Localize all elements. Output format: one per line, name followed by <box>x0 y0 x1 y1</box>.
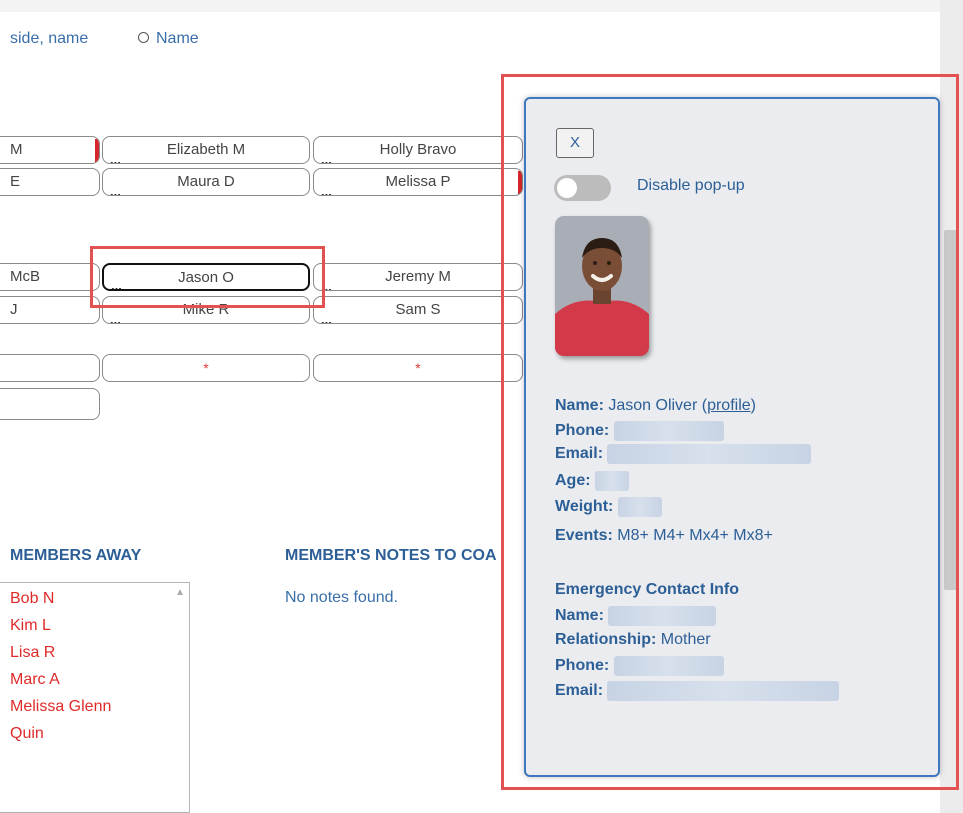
empty-seat-chip[interactable]: * <box>102 354 310 382</box>
members-away-heading: MEMBERS AWAY <box>10 547 142 564</box>
seat-chip[interactable]: Holly Bravo ... <box>313 136 523 164</box>
seat-name: Jeremy M <box>385 268 451 285</box>
seat-menu-icon[interactable]: ... <box>110 313 121 323</box>
seat-chip[interactable]: Jeremy M ... <box>313 263 523 291</box>
seat-name: M <box>10 141 23 158</box>
highlight-box-selected-seat <box>90 246 325 308</box>
seat-name: Melissa P <box>385 173 451 190</box>
empty-seat-chip[interactable] <box>0 388 100 420</box>
seat-name: Maura D <box>177 173 235 190</box>
seat-name: Sam S <box>395 301 441 318</box>
seat-chip[interactable]: E <box>0 168 100 196</box>
seat-name: Holly Bravo <box>379 141 457 158</box>
sort-name-radio[interactable] <box>138 32 149 43</box>
required-seat-marker: * <box>203 360 209 376</box>
seat-chip[interactable]: McB <box>0 263 100 291</box>
seat-chip[interactable]: Maura D ... <box>102 168 310 196</box>
list-item[interactable]: Kim L <box>10 617 51 635</box>
list-item[interactable]: Melissa Glenn <box>10 698 111 716</box>
seat-name: Elizabeth M <box>166 141 246 158</box>
list-item[interactable]: Marc A <box>10 671 60 689</box>
list-item[interactable]: Bob N <box>10 590 54 608</box>
highlight-box-popup <box>501 74 959 790</box>
sort-option-name[interactable]: Name <box>156 30 199 48</box>
list-item[interactable]: Lisa R <box>10 644 55 662</box>
seat-menu-icon[interactable]: ... <box>321 153 332 163</box>
seat-menu-icon[interactable]: ... <box>110 153 121 163</box>
seat-chip[interactable]: Elizabeth M ... <box>102 136 310 164</box>
seat-chip[interactable]: J <box>0 296 100 324</box>
seat-chip[interactable]: Sam S ... <box>313 296 523 324</box>
seat-chip[interactable]: M <box>0 136 100 164</box>
list-item[interactable]: Quin <box>10 725 44 743</box>
seat-menu-icon[interactable]: ... <box>110 185 121 195</box>
seat-name: E <box>10 173 21 190</box>
scroll-up-arrow-icon[interactable]: ▲ <box>175 587 185 598</box>
seat-menu-icon[interactable]: ... <box>321 313 332 323</box>
seat-menu-icon[interactable]: ... <box>321 185 332 195</box>
seat-name: J <box>10 301 18 318</box>
member-notes-heading: MEMBER'S NOTES TO COA <box>285 547 497 564</box>
seat-name: McB <box>10 268 40 285</box>
sort-option-side-name[interactable]: side, name <box>10 30 88 48</box>
seat-chip[interactable]: Melissa P ... <box>313 168 523 196</box>
empty-seat-chip[interactable]: * <box>313 354 523 382</box>
required-seat-marker: * <box>415 360 421 376</box>
empty-seat-chip[interactable] <box>0 354 100 382</box>
no-notes-text: No notes found. <box>285 589 398 606</box>
